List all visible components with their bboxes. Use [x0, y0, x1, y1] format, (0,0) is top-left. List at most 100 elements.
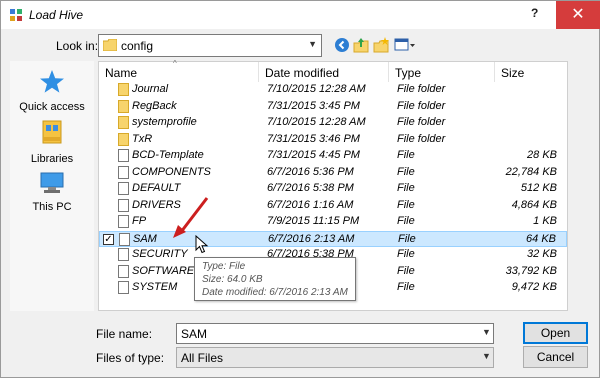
- file-type: File folder: [397, 99, 446, 112]
- file-type: File: [397, 182, 415, 194]
- file-name-input[interactable]: [176, 323, 494, 344]
- tooltip-type: Type: File: [202, 261, 246, 272]
- file-name: SAM: [133, 232, 157, 245]
- column-header-size[interactable]: Size: [495, 62, 567, 82]
- file-type: File: [397, 264, 415, 277]
- file-row[interactable]: ✓ SAM 6/7/2016 2:13 AM File 64 KB: [99, 230, 567, 247]
- file-name: DEFAULT: [132, 182, 181, 194]
- file-name: SECURITY: [132, 248, 188, 260]
- folder-icon: [118, 83, 129, 96]
- place-libraries[interactable]: Libraries: [10, 119, 94, 165]
- file-row[interactable]: FP 7/9/2015 11:15 PM File 1 KB: [99, 214, 567, 231]
- column-header-type[interactable]: Type: [389, 62, 495, 82]
- file-row[interactable]: COMPONENTS 6/7/2016 5:36 PM File 22,784 KB: [99, 165, 567, 182]
- up-folder-icon[interactable]: [353, 37, 369, 53]
- file-icon: [118, 264, 129, 278]
- file-icon: [118, 215, 129, 228]
- file-type: File: [397, 198, 415, 211]
- back-icon[interactable]: [334, 37, 350, 53]
- new-folder-icon[interactable]: [373, 37, 389, 53]
- file-size: 4,864 KB: [511, 198, 557, 211]
- file-size: 64 KB: [526, 232, 556, 245]
- file-size: 22,784 KB: [505, 165, 557, 178]
- places-bar: Quick access Libraries This PC: [10, 61, 94, 311]
- open-button[interactable]: Open: [523, 322, 588, 344]
- file-row[interactable]: DEFAULT 6/7/2016 5:38 PM File 512 KB: [99, 181, 567, 198]
- file-type: File: [397, 248, 415, 260]
- place-this-pc[interactable]: This PC: [10, 171, 94, 213]
- libraries-icon: [42, 120, 62, 144]
- look-in-label: Look in:: [56, 39, 99, 53]
- file-name: FP: [132, 215, 147, 227]
- file-date: 7/31/2015 3:45 PM: [267, 99, 360, 112]
- file-type: File: [397, 281, 415, 293]
- file-date: 7/10/2015 12:28 AM: [267, 83, 366, 95]
- file-icon: [118, 182, 129, 195]
- file-date: 7/9/2015 11:15 PM: [267, 215, 360, 227]
- chevron-down-icon[interactable]: ▼: [482, 351, 491, 361]
- file-name: Journal: [132, 83, 169, 95]
- file-icon: [118, 149, 129, 162]
- file-name: SYSTEM: [132, 281, 178, 293]
- file-icon: [118, 165, 129, 179]
- window-title: Load Hive: [29, 8, 84, 22]
- title-bar: Load Hive ? ✕: [1, 1, 600, 29]
- place-label: Libraries: [30, 153, 74, 165]
- file-date: 6/7/2016 2:13 AM: [268, 232, 355, 245]
- file-date: 7/31/2015 4:45 PM: [267, 149, 360, 161]
- checkbox-icon[interactable]: ✓: [103, 233, 114, 245]
- close-button[interactable]: ✕: [556, 1, 600, 29]
- file-date: 6/7/2016 5:38 PM: [267, 182, 354, 194]
- tooltip-date: Date modified: 6/7/2016 2:13 AM: [202, 287, 348, 298]
- folder-icon: [118, 132, 129, 146]
- file-icon: [119, 232, 130, 246]
- file-name: SOFTWARE: [132, 264, 195, 277]
- file-type: File folder: [397, 132, 446, 145]
- column-label: Date modified: [265, 66, 340, 80]
- file-name: BCD-Template: [132, 149, 204, 161]
- place-quick-access[interactable]: Quick access: [10, 69, 94, 113]
- look-in-dropdown[interactable]: config ▼: [98, 34, 322, 57]
- file-date: 7/31/2015 3:46 PM: [267, 132, 360, 145]
- file-type: File folder: [397, 116, 446, 128]
- file-row[interactable]: Journal 7/10/2015 12:28 AM File folder: [99, 82, 567, 99]
- file-date: 6/7/2016 1:16 AM: [267, 198, 354, 211]
- file-row[interactable]: RegBack 7/31/2015 3:45 PM File folder: [99, 99, 567, 116]
- file-type-label: Files of type:: [96, 351, 165, 365]
- view-menu-icon[interactable]: [394, 37, 416, 53]
- file-name: TxR: [132, 132, 153, 145]
- file-row[interactable]: TxR 7/31/2015 3:46 PM File folder: [99, 132, 567, 149]
- file-row[interactable]: DRIVERS 6/7/2016 1:16 AM File 4,864 KB: [99, 198, 567, 215]
- file-row[interactable]: systemprofile 7/10/2015 12:28 AM File fold…: [99, 115, 567, 132]
- column-header-name[interactable]: ^ Name: [99, 59, 259, 82]
- file-type: File: [397, 149, 415, 161]
- file-name: systemprofile: [132, 116, 197, 128]
- file-size: 28 KB: [527, 149, 557, 161]
- file-date: 7/10/2015 12:28 AM: [267, 116, 366, 128]
- column-header-date[interactable]: Date modified: [259, 62, 389, 82]
- file-row[interactable]: BCD-Template 7/31/2015 4:45 PM File 28 KB: [99, 148, 567, 165]
- chevron-down-icon[interactable]: ▼: [482, 327, 491, 337]
- star-icon: [40, 70, 64, 93]
- help-button[interactable]: ?: [531, 6, 538, 20]
- file-type-value: All Files: [181, 351, 224, 365]
- file-type: File: [398, 232, 416, 245]
- file-icon: [118, 198, 129, 212]
- file-type: File: [397, 215, 415, 227]
- file-size: 1 KB: [533, 215, 557, 227]
- sort-up-icon: ^: [173, 59, 177, 68]
- file-date: 6/7/2016 5:36 PM: [267, 165, 354, 178]
- mouse-cursor-icon: [195, 235, 209, 254]
- column-label: Size: [501, 66, 525, 80]
- file-type: File folder: [397, 83, 446, 95]
- place-label: Quick access: [19, 101, 85, 113]
- file-size: 512 KB: [520, 182, 557, 194]
- folder-icon: [118, 99, 129, 113]
- chevron-down-icon: ▼: [308, 39, 317, 49]
- file-name-label: File name:: [96, 327, 153, 341]
- cancel-button[interactable]: Cancel: [523, 346, 588, 368]
- file-info-tooltip: Type: File Size: 64.0 KB Date modified: …: [194, 257, 356, 301]
- file-type-dropdown[interactable]: All Files: [176, 347, 494, 368]
- look-in-value: config: [121, 39, 154, 53]
- folder-icon: [103, 39, 117, 51]
